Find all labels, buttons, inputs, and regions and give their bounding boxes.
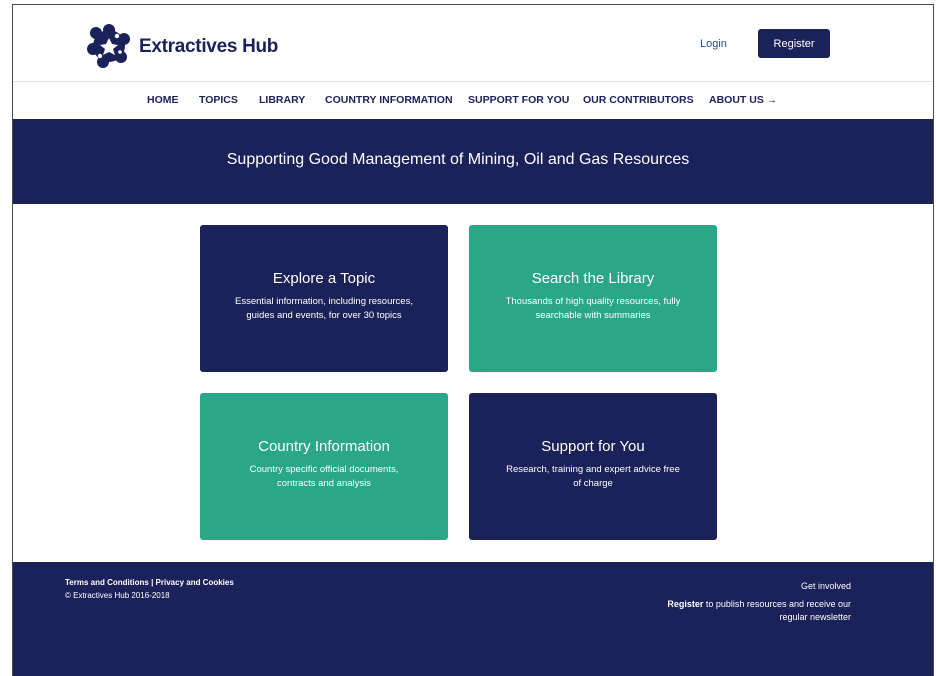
tile-search-library[interactable]: Search the Library Thousands of high qua… <box>469 225 717 372</box>
nav-item-support-for-you[interactable]: SUPPORT FOR YOU <box>468 94 569 106</box>
tile-description: Essential information, including resourc… <box>235 296 413 321</box>
site-footer: Terms and Conditions | Privacy and Cooki… <box>13 562 933 676</box>
tile-title: Search the Library <box>531 270 655 287</box>
get-involved-heading: Get involved <box>800 581 851 591</box>
footer-links: Terms and Conditions | Privacy and Cooki… <box>65 578 234 587</box>
tile-support-for-you[interactable]: Support for You Research, training and e… <box>469 393 717 540</box>
tile-explore-topic[interactable]: Explore a Topic Essential information, i… <box>200 225 448 372</box>
register-note-text: to publish resources and receive our reg… <box>703 599 851 622</box>
tile-title: Country Information <box>258 438 390 455</box>
site-header: Extractives Hub Login Register <box>13 5 933 82</box>
tile-title: Explore a Topic <box>272 270 376 287</box>
tile-title: Support for You <box>541 438 645 455</box>
nav-item-library[interactable]: LIBRARY <box>259 94 305 106</box>
tile-country-information[interactable]: Country Information Country specific off… <box>200 393 448 540</box>
privacy-link[interactable]: Privacy and Cookies <box>156 578 234 587</box>
nav-item-about-us[interactable]: ABOUT US → <box>709 94 777 106</box>
nav-item-home[interactable]: HOME <box>147 94 179 106</box>
copyright: © Extractives Hub 2016-2018 <box>65 591 170 600</box>
nav-item-country-information[interactable]: COUNTRY INFORMATION <box>325 94 453 106</box>
login-link[interactable]: Login <box>700 38 727 50</box>
tile-description: Research, training and expert advice fre… <box>506 464 680 489</box>
hero-banner: Supporting Good Management of Mining, Oi… <box>13 119 933 204</box>
tile-description: Country specific official documents, con… <box>249 464 399 489</box>
tile-description: Thousands of high quality resources, ful… <box>505 296 681 321</box>
register-note: Register to publish resources and receiv… <box>651 598 851 624</box>
hero-title: Supporting Good Management of Mining, Oi… <box>226 151 690 168</box>
brand-name[interactable]: Extractives Hub <box>139 36 278 58</box>
page-frame: Extractives Hub Login Register HOME TOPI… <box>12 4 934 676</box>
footer-register-link[interactable]: Register <box>667 599 703 609</box>
extractives-hub-logo-icon[interactable] <box>86 23 132 69</box>
main-navigation: HOME TOPICS LIBRARY COUNTRY INFORMATION … <box>13 83 933 119</box>
footer-separator: | <box>148 578 156 587</box>
nav-item-our-contributors[interactable]: OUR CONTRIBUTORS <box>583 94 694 106</box>
nav-item-topics[interactable]: TOPICS <box>199 94 238 106</box>
terms-link[interactable]: Terms and Conditions <box>65 578 149 587</box>
register-button[interactable]: Register <box>758 29 830 58</box>
